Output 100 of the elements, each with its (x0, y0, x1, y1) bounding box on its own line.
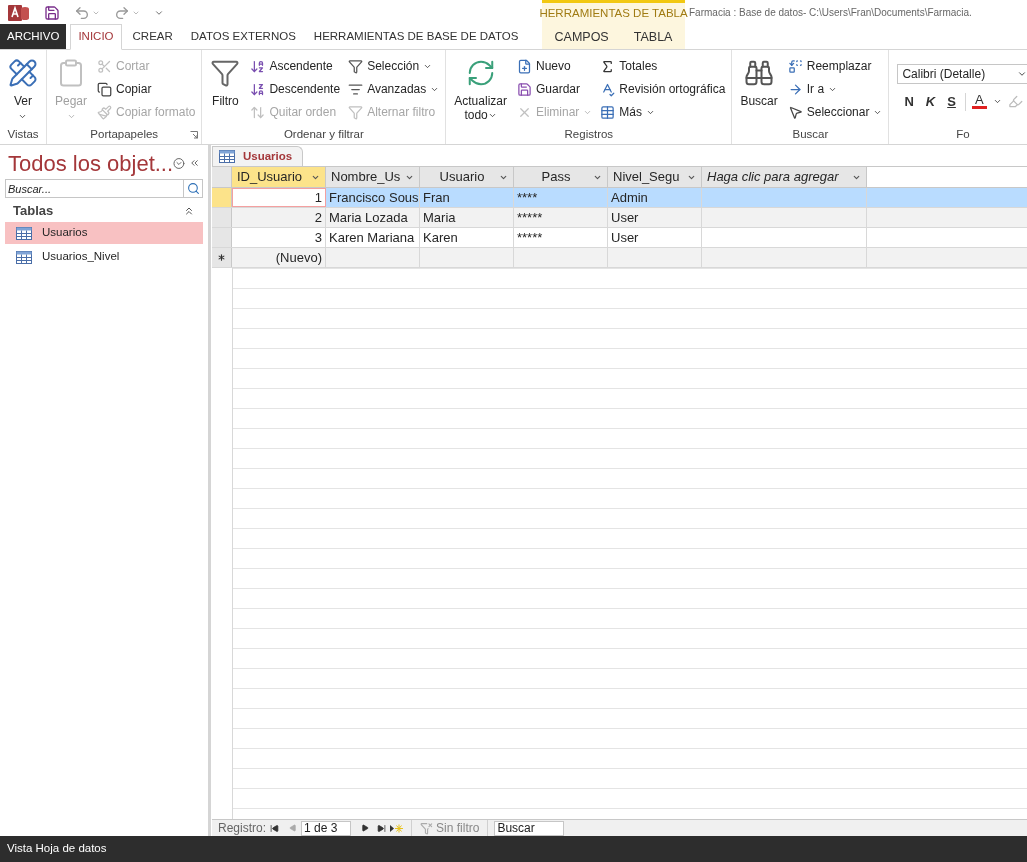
ribbon-button[interactable]: Guardar (514, 79, 595, 99)
ribbon-tab[interactable]: ARCHIVO (0, 24, 67, 49)
group-label: Vistas (7, 127, 39, 143)
column-header[interactable]: Nivel_Segu (608, 167, 702, 187)
table-cell: ***** (517, 208, 543, 227)
table-icon (600, 104, 616, 120)
next-record-icon[interactable] (361, 824, 370, 832)
first-record-icon[interactable] (270, 823, 280, 833)
ribbon-large-button[interactable]: Actualizar todo (450, 54, 511, 126)
redo-icon[interactable] (114, 4, 130, 21)
column-header[interactable]: Haga clic para agregar (702, 167, 867, 187)
pane-title: Todos los objet... (8, 149, 174, 178)
column-header[interactable]: Pass (514, 167, 608, 187)
undo-icon[interactable] (74, 4, 90, 21)
table-cell: 1 (314, 189, 322, 206)
font-select[interactable]: Calibri (Detalle) (897, 64, 1027, 84)
ribbon-tab[interactable]: INICIO (70, 24, 122, 50)
funnel-icon (348, 104, 364, 120)
pane-menu-icon[interactable] (173, 155, 185, 171)
table-cell: (Nuevo) (275, 248, 322, 267)
new-record-icon (216, 252, 227, 263)
status-text: Vista Hoja de datos (7, 841, 107, 857)
ribbon-button[interactable]: Ir a (785, 79, 885, 99)
table-icon (219, 150, 235, 163)
ribbon-button[interactable]: Selección (346, 56, 442, 76)
ribbon-button[interactable]: Seleccionar (785, 102, 885, 122)
format-button[interactable]: S (944, 92, 959, 112)
funnel-icon (348, 58, 364, 74)
app-logo-icon (8, 3, 30, 22)
table-cell: User (611, 208, 639, 227)
table-icon (16, 226, 32, 240)
clear-sort-icon (250, 104, 266, 120)
column-header[interactable]: Usuario (420, 167, 514, 187)
sort-ascending-icon (250, 58, 266, 74)
paintbrush-icon (97, 104, 113, 120)
table-icon (16, 250, 32, 264)
ribbon-large-button[interactable]: Ver (4, 54, 42, 126)
format-button[interactable]: A (971, 94, 987, 110)
caret-icon (18, 112, 28, 121)
new-record-icon (516, 58, 532, 74)
group-label: Ordenar y filtrar (283, 127, 364, 143)
table-cell: Maria Lozada (329, 208, 408, 227)
pointer-icon (787, 104, 803, 120)
ribbon-button[interactable]: Ascendente (248, 56, 343, 76)
ribbon-button[interactable]: Copiar (95, 79, 198, 99)
table-cell: Francisco Sous (329, 188, 419, 207)
document-tab[interactable]: Usuarios (212, 146, 304, 166)
ribbon-button[interactable]: Avanzadas (346, 79, 442, 99)
ribbon-button[interactable]: Totales (598, 56, 728, 76)
navigation-item[interactable]: Usuarios_Nivel (5, 246, 203, 268)
dialog-launcher-icon[interactable] (190, 131, 199, 139)
format-button[interactable]: K (922, 92, 939, 112)
ribbon-button[interactable]: Reemplazar (785, 56, 885, 76)
ribbon-button[interactable]: Más (598, 102, 728, 122)
ribbon-button[interactable]: Descendente (248, 79, 343, 99)
search-field[interactable]: Buscar... (5, 179, 184, 198)
filter-list-icon (348, 81, 364, 97)
group-label: Portapapeles (90, 127, 159, 143)
search-button[interactable] (184, 179, 203, 198)
ribbon-tab[interactable]: DATOS EXTERNOS (183, 24, 303, 49)
table-cell: Karen (423, 228, 458, 247)
ribbon-tab[interactable]: TABLA (627, 24, 679, 50)
section-header[interactable]: Tablas (0, 201, 208, 220)
scissors-icon (97, 58, 113, 74)
copy-icon (97, 81, 113, 97)
table-cell: Karen Mariana (329, 228, 415, 247)
last-record-icon[interactable] (377, 823, 387, 833)
record-selector[interactable] (212, 248, 232, 267)
ribbon-button[interactable]: Revisión ortográfica (598, 79, 728, 99)
column-header[interactable]: Nombre_Us (326, 167, 420, 187)
binoculars-icon (744, 58, 775, 88)
save-icon[interactable] (44, 4, 60, 21)
context-group-title: HERRAMIENTAS DE TABLA (539, 6, 688, 22)
new-record-icon[interactable] (390, 823, 404, 833)
column-header[interactable]: ID_Usuario (232, 167, 326, 187)
spellcheck-icon (600, 81, 616, 97)
arrow-icon (787, 81, 803, 97)
navigation-item[interactable]: Usuarios (5, 222, 203, 244)
table-cell: ***** (517, 228, 543, 247)
ribbon-button[interactable]: Nuevo (514, 56, 595, 76)
record-number-field[interactable]: 1 de 3 (301, 820, 352, 836)
caret-icon (66, 112, 76, 121)
search-icon (186, 182, 200, 195)
ribbon-tab[interactable]: CAMPOS (548, 24, 615, 50)
funnel-icon (210, 58, 241, 88)
record-label: Registro: (217, 820, 268, 837)
group-label: Registros (564, 127, 614, 143)
ribbon-tab[interactable]: CREAR (125, 24, 180, 49)
table-cell: User (611, 228, 639, 247)
ribbon-large-button[interactable]: Buscar (736, 54, 782, 126)
ribbon-large-button[interactable]: Filtro (206, 54, 245, 126)
group-label: Buscar (792, 127, 829, 143)
format-button[interactable]: N (901, 92, 917, 112)
search-field[interactable]: Buscar (494, 820, 565, 836)
ribbon-tab[interactable]: HERRAMIENTAS DE BASE DE DATOS (306, 24, 526, 49)
table-cell: Maria (423, 208, 456, 227)
group-label: Fo (956, 127, 970, 143)
caret-icon (1017, 69, 1027, 79)
table-cell: 2 (314, 208, 322, 227)
replace-icon (787, 58, 803, 74)
